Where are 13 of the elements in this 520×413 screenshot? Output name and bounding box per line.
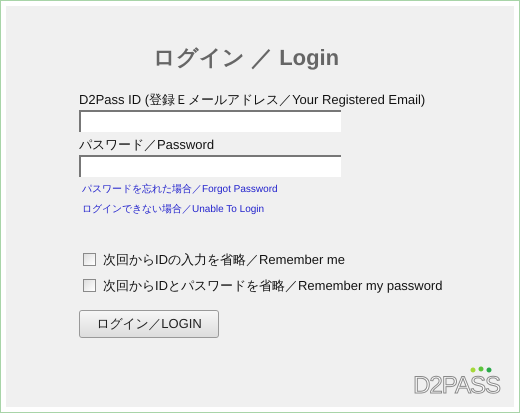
login-button[interactable]: ログイン／LOGIN — [79, 310, 219, 338]
checkbox[interactable] — [83, 278, 96, 292]
text-input[interactable] — [79, 155, 341, 177]
dots-icon — [470, 366, 492, 373]
page-title: ログイン ／ Login — [152, 44, 340, 72]
help-link[interactable]: パスワードを忘れた場合／Forgot Password — [79, 181, 278, 198]
field-label: パスワード／Password — [79, 137, 214, 153]
text-input[interactable] — [79, 110, 341, 132]
field-label: D2Pass ID (登録Ｅメールアドレス／Your Registered Email) — [79, 92, 426, 108]
checkbox[interactable] — [83, 253, 96, 266]
checkbox-label: 次回からIDの入力を省略／Remember me — [103, 251, 345, 269]
help-link[interactable]: ログインできない場合／Unable To Login — [79, 201, 264, 218]
checkbox-label: 次回からIDとパスワードを省略／Remember my password — [103, 276, 442, 295]
